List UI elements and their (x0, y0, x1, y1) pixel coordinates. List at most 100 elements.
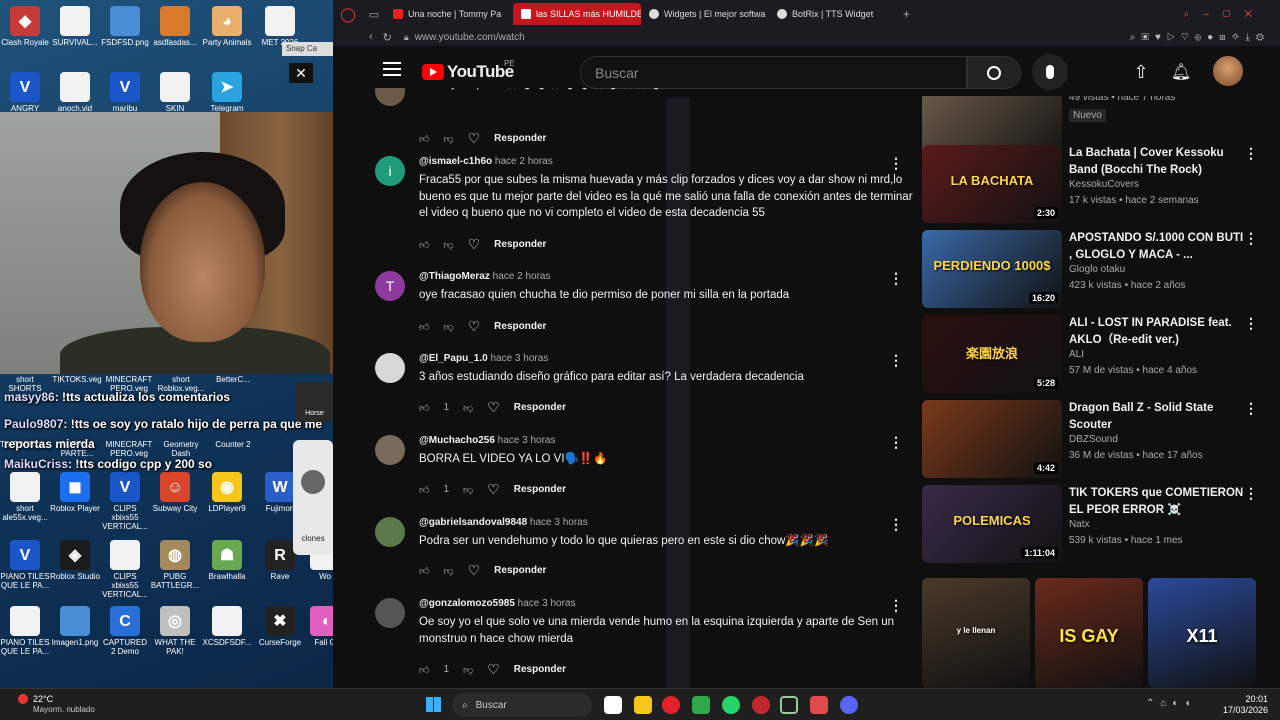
desktop-icon[interactable]: ◕ Party Animals (202, 6, 252, 47)
whatsapp-icon[interactable] (722, 696, 740, 714)
tab-2-active[interactable]: las SILLAS más HUMILDE (513, 3, 641, 25)
comment-more-icon[interactable]: ⋮ (889, 434, 903, 451)
search-button[interactable] (967, 56, 1021, 89)
dislike-icon[interactable]: 👎︎ (463, 664, 473, 676)
dislike-icon[interactable]: 👎︎ (443, 565, 453, 577)
comment-avatar[interactable] (375, 517, 405, 547)
desktop-icon[interactable]: Imagen1.png (50, 606, 100, 647)
desktop-icon[interactable]: ◈ Roblox Studio (50, 540, 100, 581)
window-controls[interactable]: ⌕‒▢✕ (1184, 9, 1266, 20)
comment-more-icon[interactable]: ⋮ (889, 155, 903, 172)
upload-button[interactable]: ⇧ (1123, 54, 1159, 90)
comment-author[interactable]: @ismael-c1h6o (419, 156, 492, 167)
tab-1[interactable]: Una noche | Tommy Pa (385, 3, 513, 25)
browser-toolbar-icons[interactable]: ⌕▣♥▷♡⊕●⊞✧⤓⚙ (1130, 32, 1270, 43)
record-app-icon[interactable] (752, 696, 770, 714)
opera-logo-icon[interactable]: ◯ (333, 6, 363, 23)
reply-button[interactable]: Responder (494, 321, 546, 332)
system-tray-icons[interactable]: ⌃⌂◐◖ (1146, 698, 1197, 709)
desktop-icon[interactable]: ◖ Fall G (300, 606, 333, 647)
short-thumbnail[interactable]: IS GAY (1035, 578, 1143, 688)
like-icon[interactable]: 👍︎ (419, 664, 429, 676)
desktop-icon[interactable]: short ale55x.veg... (0, 472, 50, 522)
comment-time[interactable]: hace 2 horas (492, 156, 553, 167)
comment-time[interactable]: hace 2 horas (490, 271, 551, 282)
video-title[interactable]: APOSTANDO S/.1000 CON BUTI , GLOGLO Y MA… (1069, 230, 1249, 263)
video-more-icon[interactable]: ⋮ (1244, 145, 1258, 162)
desktop-icon[interactable]: anoch.vid (50, 72, 100, 113)
snap-camera-window[interactable]: Snap Ca (282, 42, 333, 56)
video-more-icon[interactable]: ⋮ (1244, 485, 1258, 502)
reply-button[interactable]: Responder (514, 484, 566, 495)
like-icon[interactable]: 👍︎ (419, 565, 429, 577)
video-title[interactable]: TIK TOKERS que COMETIERON EL PEOR ERROR … (1069, 485, 1249, 518)
comment-author[interactable]: @Muchacho256 (419, 435, 495, 446)
related-video[interactable]: LA BACHATA 2:30 La Bachata | Cover Kessoku… (922, 145, 1280, 225)
desktop-icon[interactable]: ◼ Roblox Player (50, 472, 100, 513)
spreadsheet-icon[interactable] (692, 696, 710, 714)
desktop-icon[interactable]: XCSDFSDF... (202, 606, 252, 647)
comment-time[interactable]: hace 3 horas (515, 598, 576, 609)
comment-author[interactable]: @El_Papu_1.0 (419, 353, 488, 364)
reply-button[interactable]: Responder (494, 565, 546, 576)
account-avatar[interactable] (1213, 56, 1243, 86)
desktop-icon[interactable]: ◉ LDPlayer9 (202, 472, 252, 513)
reply-button[interactable]: Responder (494, 133, 546, 144)
video-thumbnail[interactable]: 4:42 (922, 400, 1062, 478)
related-video[interactable]: 4:42 Dragon Ball Z - Solid State Scouter D… (922, 400, 1280, 480)
desktop-icon[interactable]: SKIN (150, 72, 200, 113)
comment-avatar[interactable] (375, 353, 405, 383)
reply-button[interactable]: Responder (514, 664, 566, 675)
menu-icon[interactable] (383, 62, 401, 64)
heart-icon[interactable]: ♡ (468, 130, 481, 147)
desktop-icon[interactable]: MET 2026 (255, 6, 305, 47)
video-channel[interactable]: Gloglo otaku (1069, 264, 1125, 275)
desktop-icon[interactable]: FSDFSD.png (100, 6, 150, 47)
reply-button[interactable]: Responder (494, 239, 546, 250)
comment-author[interactable]: @gabrielsandoval9848 (419, 517, 527, 528)
desktop-icon[interactable]: ➤ Telegram (202, 72, 252, 113)
like-icon[interactable]: 👍︎ (419, 239, 429, 251)
search-input[interactable]: Buscar (580, 56, 967, 89)
desktop-icon[interactable]: ☗ Brawlhalla (202, 540, 252, 581)
desktop-icon-label[interactable]: BetterC... (208, 375, 258, 384)
windows-start-icon[interactable] (426, 697, 441, 712)
related-video[interactable]: 楽園放浪 5:28 ALI - LOST IN PARADISE feat. AKL… (922, 315, 1280, 395)
clones-widget[interactable]: clones (293, 440, 333, 555)
video-more-icon[interactable]: ⋮ (1244, 230, 1258, 247)
desktop-icon[interactable]: SURVIVAL... (50, 6, 100, 47)
dislike-icon[interactable]: 👎︎ (443, 133, 453, 145)
heart-icon[interactable]: ♡ (487, 399, 500, 416)
clock-date[interactable]: 17/03/2026 (1218, 705, 1268, 715)
video-channel[interactable]: KessokuCovers (1069, 179, 1139, 190)
taskbar-search[interactable]: ⌕ Buscar (452, 693, 592, 717)
opera-icon[interactable] (662, 696, 680, 714)
heart-icon[interactable]: ♡ (487, 481, 500, 498)
like-icon[interactable]: 👍︎ (419, 402, 429, 414)
desktop-icon[interactable]: ✖ CurseForge (255, 606, 305, 647)
comment-more-icon[interactable]: ⋮ (889, 270, 903, 287)
video-thumbnail[interactable]: LA BACHATA 2:30 (922, 145, 1062, 223)
desktop-icon-label[interactable]: TIKTOKS.veg (52, 375, 102, 384)
desktop-icon[interactable]: V ANGRY (0, 72, 50, 113)
video-more-icon[interactable]: ⋮ (1244, 400, 1258, 417)
related-video[interactable]: PERDIENDO 1000$ 16:20 APOSTANDO S/.1000 CO… (922, 230, 1280, 310)
desktop-icon[interactable]: PIANO TILES QUE LE PA... (0, 606, 50, 656)
desktop-icon[interactable]: asdfasdas... (150, 6, 200, 47)
comment-more-icon[interactable]: ⋮ (889, 352, 903, 369)
comment-avatar[interactable]: T (375, 271, 405, 301)
comment-time[interactable]: hace 3 horas (495, 435, 556, 446)
comment-time[interactable]: hace 3 horas (527, 517, 588, 528)
video-more-icon[interactable]: ⋮ (1244, 315, 1258, 332)
tab-3[interactable]: Widgets | El mejor softwa (641, 3, 769, 25)
notifications-button[interactable]: 🔔︎ (1163, 54, 1199, 90)
comment-more-icon[interactable]: ⋮ (889, 516, 903, 533)
weather-temp[interactable]: 22°C (33, 694, 53, 704)
heart-icon[interactable]: ♡ (468, 318, 481, 335)
comment-avatar[interactable] (375, 598, 405, 628)
heart-icon[interactable]: ♡ (487, 661, 500, 678)
desktop-icon[interactable]: Vmaribu (100, 72, 150, 113)
video-channel[interactable]: Natx (1069, 519, 1090, 530)
video-thumbnail[interactable]: 楽園放浪 5:28 (922, 315, 1062, 393)
short-thumbnail[interactable]: y le llenan (922, 578, 1030, 688)
